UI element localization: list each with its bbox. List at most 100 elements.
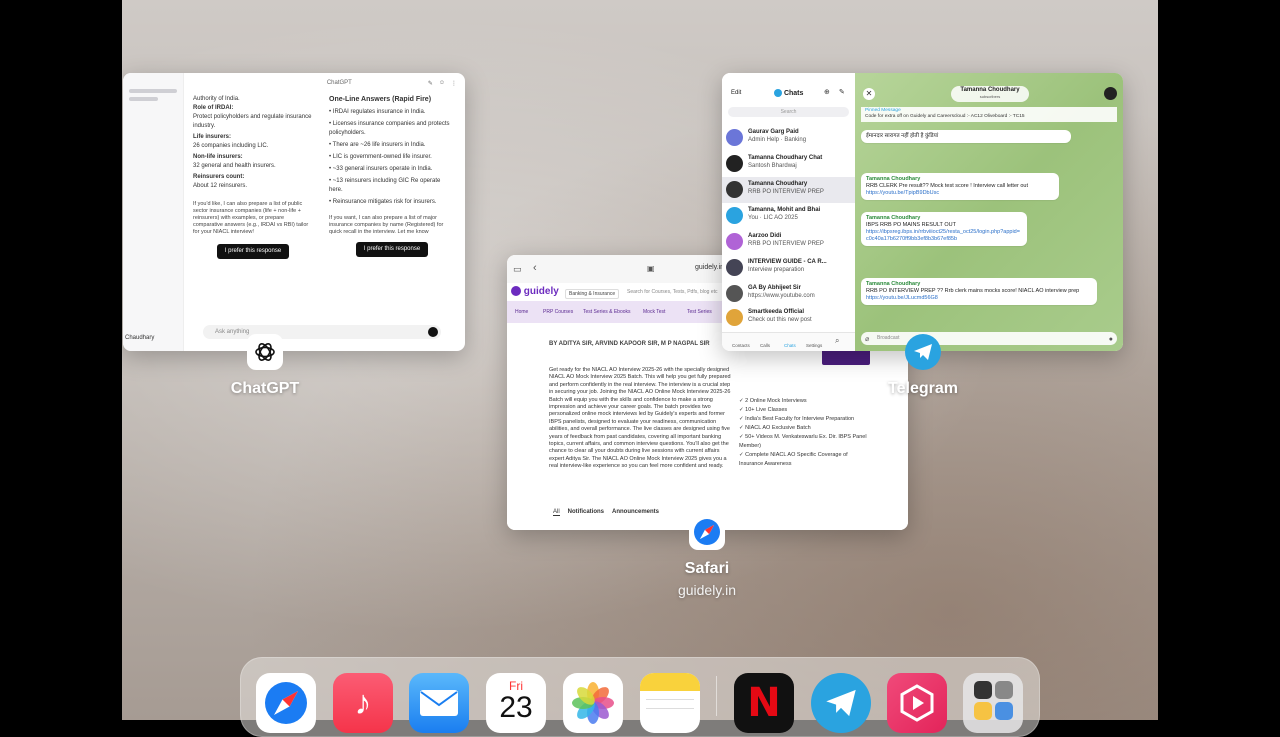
chat-row[interactable]: Smartkeeda Official Check out this new p…: [722, 305, 855, 331]
edit-button[interactable]: Edit: [731, 90, 741, 96]
avatar: [726, 233, 743, 250]
app-thumbnail-icon: [973, 681, 992, 699]
right-item: LIC is government-owned life insurer.: [332, 154, 432, 160]
letterbox-right: [1158, 0, 1280, 720]
menu-item[interactable]: Home: [515, 309, 528, 315]
sidebar-icon[interactable]: ▭: [513, 264, 522, 275]
dock-mail-icon[interactable]: [409, 673, 469, 733]
back-icon[interactable]: ‹: [533, 262, 537, 274]
dock-notes-icon[interactable]: [640, 673, 700, 733]
tab-chats[interactable]: Chats: [784, 343, 796, 348]
message-composer[interactable]: Broadcast: [861, 332, 1117, 345]
category-dropdown[interactable]: Banking & Insurance: [565, 289, 620, 299]
tab-settings[interactable]: Settings: [806, 343, 822, 348]
message-link[interactable]: https://ibpsreg.ibps.in/rrbviiioct25/res…: [866, 229, 1022, 243]
message-text: IBPS RRB PO MAINS RESULT OUT: [866, 222, 956, 228]
chat-row[interactable]: Tamanna, Mohit and Bhai You · LIC AO 202…: [722, 203, 855, 229]
notes-lines-icon: [646, 699, 694, 709]
message-bubble[interactable]: Tamanna Choudhary IBPS RRB PO MAINS RESU…: [861, 212, 1027, 246]
notes-header-icon: [640, 673, 700, 691]
mic-icon[interactable]: ●: [1109, 336, 1113, 343]
person-icon[interactable]: ☺: [439, 80, 445, 86]
prefer-response-button-right[interactable]: I prefer this response: [355, 242, 429, 257]
menu-item[interactable]: Test Series: [687, 309, 712, 315]
dock-utilities-folder-icon[interactable]: [963, 673, 1023, 733]
message-bubble[interactable]: ईमानदार सारागत नहीं होती है कुंडियां: [861, 130, 1071, 143]
feature-item: 10+ Live Classes: [745, 407, 788, 413]
chatgpt-header-title: ChatGPT: [326, 80, 352, 86]
app-thumbnail-icon: [994, 681, 1013, 699]
right-note: If you want, I can also prepare a list o…: [329, 215, 444, 235]
left-line: Authority of India.: [193, 96, 240, 102]
dock-calendar-icon[interactable]: Fri 23: [486, 673, 546, 733]
chat-row[interactable]: INTERVIEW GUIDE - CA R... Interview prep…: [722, 255, 855, 281]
dock-netflix-icon[interactable]: N: [734, 673, 794, 733]
dock-telegram-icon[interactable]: [811, 673, 871, 733]
channel-header[interactable]: Tamanna Choudhary subscribers: [951, 86, 1029, 102]
chatgpt-app-label: ChatGPT: [230, 380, 300, 397]
compose-icon[interactable]: ✎: [839, 88, 845, 96]
telegram-paperplane-icon: [826, 689, 856, 717]
menu-item[interactable]: PRP Courses: [543, 309, 573, 315]
tab-icon[interactable]: ▣: [647, 264, 655, 273]
tab-contacts[interactable]: Contacts: [732, 343, 750, 348]
message-link[interactable]: https://youtu.be/JLucmd56G8: [866, 295, 1092, 302]
chat-row[interactable]: Aarzoo Didi RRB PO INTERVIEW PREP: [722, 229, 855, 255]
telegram-small-icon: [774, 89, 782, 97]
telegram-paperplane-icon: [914, 344, 932, 360]
channel-avatar[interactable]: [1104, 87, 1117, 100]
send-icon[interactable]: [428, 327, 438, 337]
chat-search-placeholder: Search: [780, 109, 797, 115]
safari-app-icon[interactable]: [689, 514, 725, 550]
calendar-date: 23: [499, 691, 533, 724]
message-bubble[interactable]: Tamanna Choudhary RRB CLERK Pre result??…: [861, 173, 1059, 200]
chatgpt-left-response: Authority of India. Role of IRDAI: Prote…: [193, 95, 313, 259]
chatgpt-app-icon[interactable]: [247, 334, 283, 370]
chat-row-selected[interactable]: Tamanna Choudhary RRB PO INTERVIEW PREP: [722, 177, 855, 203]
chatgpt-topbar: ChatGPT ✎ ☺ ⋮: [183, 73, 465, 93]
app-thumbnail-icon: [994, 702, 1013, 720]
course-description: Get ready for the NIACL AO Interview 202…: [549, 367, 731, 470]
right-item: ~13 reinsurers including GIC Re operate …: [329, 178, 441, 193]
chat-search-input[interactable]: Search: [728, 107, 849, 117]
chatgpt-prompt-input[interactable]: Ask anything: [203, 325, 441, 339]
close-icon[interactable]: ✕: [863, 88, 875, 100]
chat-name: Tamanna Choudhary Chat: [748, 155, 823, 161]
search-icon[interactable]: ⌕: [835, 336, 839, 346]
chatgpt-window[interactable]: Chaudhary ChatGPT ✎ ☺ ⋮ Authority of Ind…: [123, 73, 465, 351]
channel-subtitle: subscribers: [979, 94, 1001, 99]
photos-flower-icon: [572, 682, 614, 724]
telegram-window[interactable]: Edit Chats ⊕ ✎ Search Gaurav Garg Paid A…: [722, 73, 1123, 351]
dock-photos-icon[interactable]: [563, 673, 623, 733]
prefer-response-button-left[interactable]: I prefer this response: [216, 244, 290, 259]
dock-safari-icon[interactable]: [256, 673, 316, 733]
address-bar[interactable]: guidely.in: [695, 264, 724, 271]
site-search-input[interactable]: Search for Courses, Tests, Pdfs, blog et…: [627, 289, 718, 295]
message-link[interactable]: https://youtu.be/TpipB9DbUsc: [866, 190, 1054, 197]
more-icon[interactable]: ⋮: [451, 80, 457, 87]
story-icon[interactable]: ⊕: [824, 88, 830, 96]
tab-notifications[interactable]: Notifications: [568, 509, 604, 516]
dock-music-icon[interactable]: ♪: [333, 673, 393, 733]
guidely-brand[interactable]: guidely: [524, 286, 559, 297]
chatgpt-sidebar: Chaudhary: [123, 73, 184, 351]
dock-screen-recorder-icon[interactable]: [887, 673, 947, 733]
menu-item[interactable]: Test Series & Ebooks: [583, 309, 631, 315]
chat-row[interactable]: GA By Abhijeet Sir https://www.youtube.c…: [722, 281, 855, 307]
edit-icon[interactable]: ✎: [428, 80, 433, 87]
tab-calls[interactable]: Calls: [760, 343, 770, 348]
tab-announcements[interactable]: Announcements: [612, 509, 659, 516]
left-line: Life insurers:: [193, 134, 232, 140]
attach-icon[interactable]: ⌀: [865, 335, 869, 343]
chat-row[interactable]: Tamanna Choudhary Chat Santosh Bhardwaj: [722, 151, 855, 177]
chatgpt-logo-icon: [255, 343, 275, 361]
menu-item[interactable]: Mock Test: [643, 309, 665, 315]
tab-all[interactable]: All: [553, 509, 560, 516]
left-line: 26 companies including LIC.: [193, 143, 269, 149]
telegram-app-icon[interactable]: [905, 334, 941, 370]
chat-row[interactable]: Gaurav Garg Paid Admin Help · Banking: [722, 125, 855, 151]
message-sender: Tamanna Choudhary: [866, 281, 921, 287]
chat-preview: RRB PO INTERVIEW PREP: [748, 241, 824, 247]
message-bubble[interactable]: Tamanna Choudhary RRB PO INTERVIEW PREP …: [861, 278, 1097, 305]
pinned-message[interactable]: Pinned Message Code for extra off on Gui…: [861, 107, 1117, 122]
